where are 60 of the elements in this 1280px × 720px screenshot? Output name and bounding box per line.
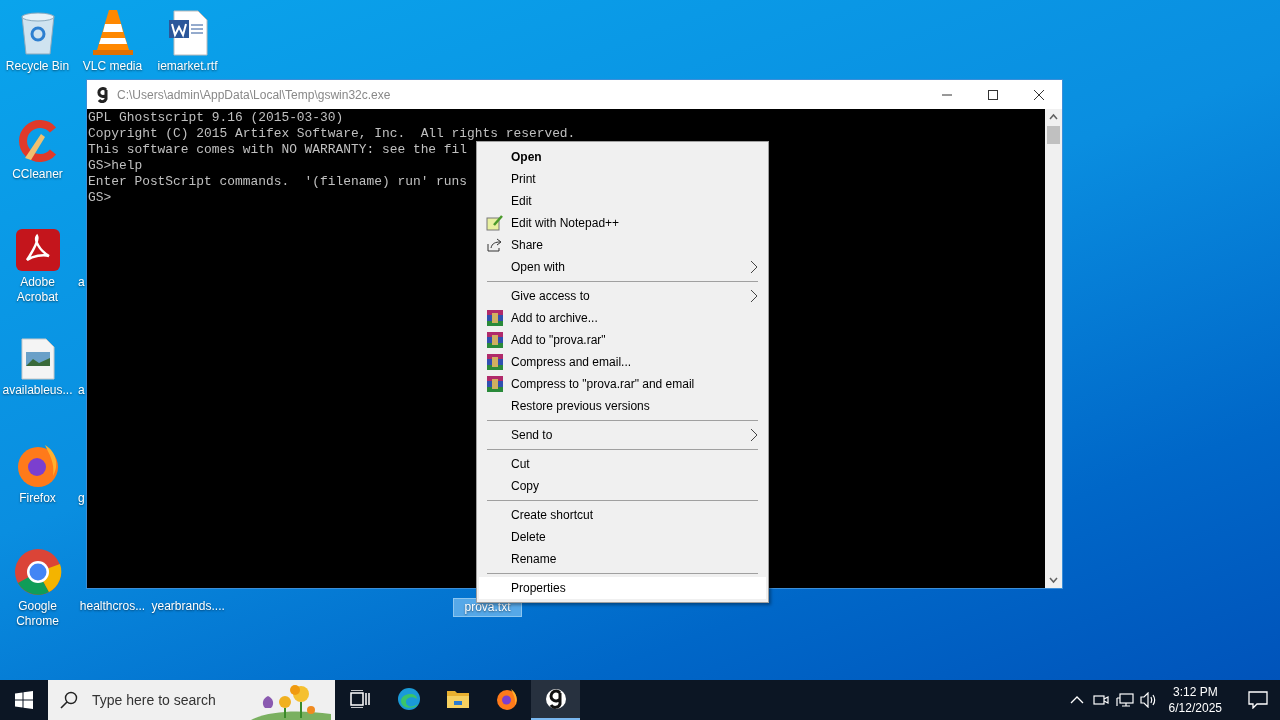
ghostscript-icon [543, 687, 568, 711]
menu-item[interactable]: Add to "prova.rar" [479, 329, 766, 351]
taskbar-app-button[interactable] [531, 680, 580, 720]
desktop-icon-label[interactable]: Google Chrome [0, 599, 75, 629]
close-icon [1034, 89, 1044, 100]
menu-item[interactable]: Send to [479, 424, 766, 446]
console-line: Copyright (C) 2015 Artifex Software, Inc. All rights reserved. [88, 126, 576, 142]
console-line: This software comes with NO WARRANTY: see the fil [88, 142, 468, 158]
menu-item[interactable]: Rename [479, 548, 766, 570]
archive-books-icon [487, 376, 503, 392]
window-title: C:\Users\admin\AppData\Local\Temp\gswin32c.exe [117, 87, 392, 102]
menu-item[interactable]: Give access to [479, 285, 766, 307]
menu-item[interactable]: Create shortcut [479, 504, 766, 526]
windows-logo-icon [15, 691, 33, 709]
scroll-thumb[interactable] [1047, 126, 1060, 144]
chevron-right-icon [750, 289, 758, 303]
menu-item[interactable]: Copy [479, 475, 766, 497]
desktop-icon-label[interactable]: yearbrands.... [149, 599, 226, 614]
menu-item[interactable]: Restore previous versions [479, 395, 766, 417]
menu-item[interactable]: Edit [479, 190, 766, 212]
menu-item[interactable]: Print [479, 168, 766, 190]
share-icon [487, 238, 503, 252]
chrome-icon[interactable] [13, 548, 62, 596]
menu-item[interactable]: Delete [479, 526, 766, 548]
menu-item[interactable]: Properties [479, 577, 766, 599]
console-line: Enter PostScript commands. '(filename) run' runs [88, 174, 468, 190]
chevron-right-icon [750, 428, 758, 442]
scrollbar[interactable] [1045, 109, 1062, 588]
menu-item[interactable]: Compress and email... [479, 351, 766, 373]
clock-time[interactable]: 3:12 PM [1172, 684, 1218, 700]
task-view-icon [349, 690, 370, 708]
notepad-icon [486, 215, 504, 231]
menu-item[interactable]: Add to archive... [479, 307, 766, 329]
menu-item[interactable]: Open [479, 146, 766, 168]
ghostscript-icon [95, 86, 111, 103]
firefox-icon [494, 687, 519, 711]
console-line: GPL Ghostscript 9.16 (2015-03-30) [88, 110, 344, 126]
desktop-icon-label[interactable]: g [78, 491, 85, 506]
folder-icon [445, 689, 470, 709]
console-line: GS> [88, 190, 112, 206]
chevron-right-icon [750, 260, 758, 274]
acrobat-icon[interactable] [14, 228, 61, 272]
search-field[interactable]: Type here to search [90, 691, 244, 709]
menu-item[interactable]: Share [479, 234, 766, 256]
maximize-icon [988, 89, 998, 100]
archive-books-icon [487, 332, 503, 348]
console-line: GS>help [88, 158, 143, 174]
menu-item[interactable]: Cut [479, 453, 766, 475]
search-icon [60, 691, 78, 709]
archive-books-icon [487, 310, 503, 326]
desktop-icon-label[interactable]: healthcros... [77, 599, 148, 614]
traffic-cone-icon[interactable] [90, 8, 135, 56]
menu-item[interactable]: Edit with Notepad++ [479, 212, 766, 234]
word-document-icon[interactable] [167, 10, 208, 56]
menu-item[interactable]: Open with [479, 256, 766, 278]
archive-books-icon [487, 354, 503, 370]
edge-icon [396, 687, 421, 711]
image-file-icon[interactable] [20, 338, 55, 380]
menu-item[interactable]: Compress to "prova.rar" and email [479, 373, 766, 395]
clock-date[interactable]: 6/12/2025 [1168, 700, 1222, 716]
